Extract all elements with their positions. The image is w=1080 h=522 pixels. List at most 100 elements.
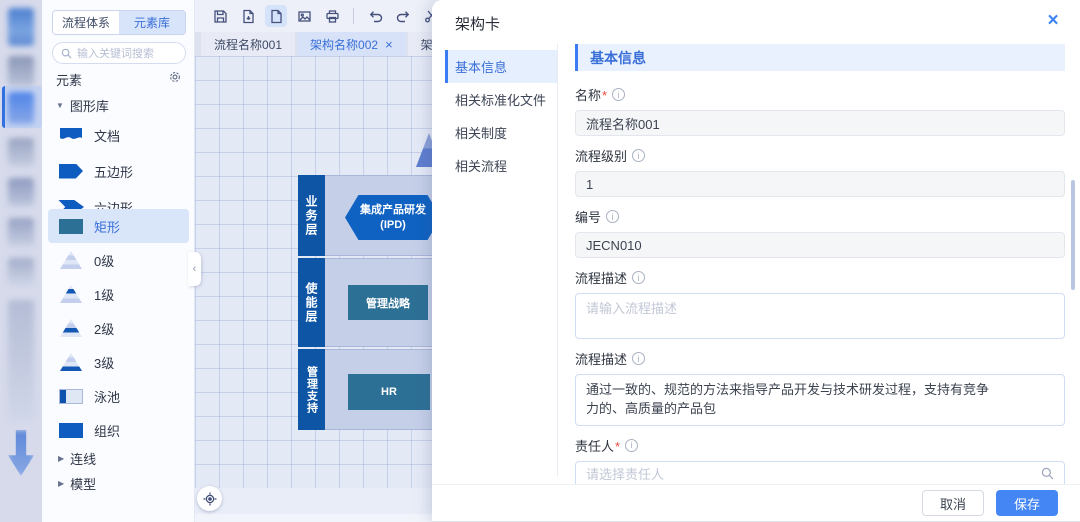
save-icon[interactable] [209,5,231,27]
item-label: 0级 [94,251,114,270]
name-input[interactable]: 流程名称001 [575,110,1065,136]
import-file-icon[interactable] [237,5,259,27]
item-label: 组织 [94,421,120,440]
modal-scrollbar-thumb[interactable] [1071,180,1075,290]
shape-item-document[interactable]: 文档 [48,118,189,152]
blurred-icon[interactable] [8,430,34,476]
info-icon[interactable] [606,210,619,223]
lane-label[interactable]: 管理支持 [298,349,325,430]
shape-item-pool[interactable]: 泳池 [48,379,189,413]
nav-related-process[interactable]: 相关流程 [445,149,557,182]
tab-close-icon[interactable] [385,37,393,52]
document-shape-icon [48,127,94,143]
redo-icon[interactable] [392,5,414,27]
group-label: 连线 [70,449,96,468]
label-text: 流程描述 [575,268,627,287]
search-input[interactable]: 输入关键词搜索 [52,42,186,64]
description-textarea-empty[interactable]: 请输入流程描述 [575,293,1065,339]
print-icon[interactable] [321,5,343,27]
undo-icon[interactable] [364,5,386,27]
pyramid-level3-icon [48,353,94,371]
modal-divider [557,44,558,476]
pyramid-level1-icon [48,285,94,303]
item-label: 1级 [94,285,114,304]
group-connectors[interactable]: 连线 [58,449,96,468]
locate-button[interactable] [197,486,222,511]
lane-label[interactable]: 业务层 [298,175,325,256]
input-value: 流程名称001 [586,114,660,133]
label-text: 流程级别 [575,146,627,165]
node-hr[interactable]: HR [348,374,430,410]
blurred-icon[interactable] [8,56,34,86]
blurred-icon[interactable] [8,178,34,206]
close-icon[interactable] [1042,10,1064,32]
doc-tab[interactable]: 流程名称001 [201,32,295,56]
shape-item-level3[interactable]: 3级 [48,345,189,379]
app-root: 流程体系 元素库 输入关键词搜索 元素 图形库 文档 五边形 六边形 矩形 [0,0,1080,522]
info-icon[interactable] [632,149,645,162]
code-input[interactable]: JECN010 [575,232,1065,258]
shape-item-level1[interactable]: 1级 [48,277,189,311]
label-text: 名称 [575,85,607,104]
label-text: 编号 [575,207,601,226]
image-export-icon[interactable] [293,5,315,27]
blurred-icon[interactable] [8,258,34,286]
group-models[interactable]: 模型 [58,474,96,493]
node-strategy[interactable]: 管理战略 [348,285,428,320]
crosshair-icon [203,492,217,506]
item-label: 3级 [94,353,114,372]
section-title: 基本信息 [575,44,1065,71]
lane-label[interactable]: 使能层 [298,258,325,347]
label-text: 责任人 [575,436,620,455]
info-icon[interactable] [632,271,645,284]
input-value: 1 [586,177,593,192]
search-placeholder: 输入关键词搜索 [77,45,154,61]
info-icon[interactable] [612,88,625,101]
shape-item-pentagon[interactable]: 五边形 [48,154,189,188]
org-shape-icon [48,423,94,438]
node-ipd[interactable]: 集成产品研发 (IPD) [345,195,441,240]
modal-footer: 取消 保存 [432,484,1080,522]
item-label: 2级 [94,319,114,338]
owner-search-input[interactable]: 请选择责任人 [575,461,1065,484]
group-label: 模型 [70,474,96,493]
nav-standard-docs[interactable]: 相关标准化文件 [445,83,557,116]
blurred-icon[interactable] [8,8,34,46]
save-button[interactable]: 保存 [996,490,1058,516]
field-label-level: 流程级别 [575,146,1065,165]
toolbar-separator [353,8,354,24]
new-file-icon[interactable] [265,5,287,27]
info-icon[interactable] [625,439,638,452]
info-icon[interactable] [632,352,645,365]
nav-basic-info[interactable]: 基本信息 [445,50,557,83]
pyramid-level2-icon [48,319,94,337]
blurred-icon[interactable] [8,300,34,420]
description-textarea-filled[interactable]: 通过一致的、规范的方法来指导产品开发与技术研发过程，支持有竞争 力的、高质量的产… [575,374,1065,426]
tab-element-library[interactable]: 元素库 [119,11,185,34]
shape-item-rectangle[interactable]: 矩形 [48,209,189,243]
textarea-placeholder: 请输入流程描述 [586,301,677,316]
app-sidebar [0,0,42,522]
nav-regulations[interactable]: 相关制度 [445,116,557,149]
label-text: 流程描述 [575,349,627,368]
field-label-desc1: 流程描述 [575,268,1065,287]
level-input[interactable]: 1 [575,171,1065,197]
blurred-icon[interactable] [8,218,34,246]
doc-tab-label: 流程名称001 [214,36,282,53]
group-label: 图形库 [70,96,109,115]
search-icon [61,48,72,59]
doc-tab-active[interactable]: 架构名称002 [297,32,406,56]
field-label-desc2: 流程描述 [575,349,1065,368]
gear-icon[interactable] [168,70,182,84]
shape-item-org[interactable]: 组织 [48,413,189,447]
panel-collapse-handle[interactable] [188,252,201,286]
group-shape-library[interactable]: 图形库 [56,96,109,115]
doc-tab-label: 架构名称002 [310,36,378,53]
field-label-code: 编号 [575,207,1065,226]
blurred-icon[interactable] [8,92,34,124]
blurred-icon[interactable] [8,138,34,166]
cancel-button[interactable]: 取消 [922,490,984,516]
shape-item-level0[interactable]: 0级 [48,243,189,277]
shape-item-level2[interactable]: 2级 [48,311,189,345]
tab-process-system[interactable]: 流程体系 [53,11,119,34]
